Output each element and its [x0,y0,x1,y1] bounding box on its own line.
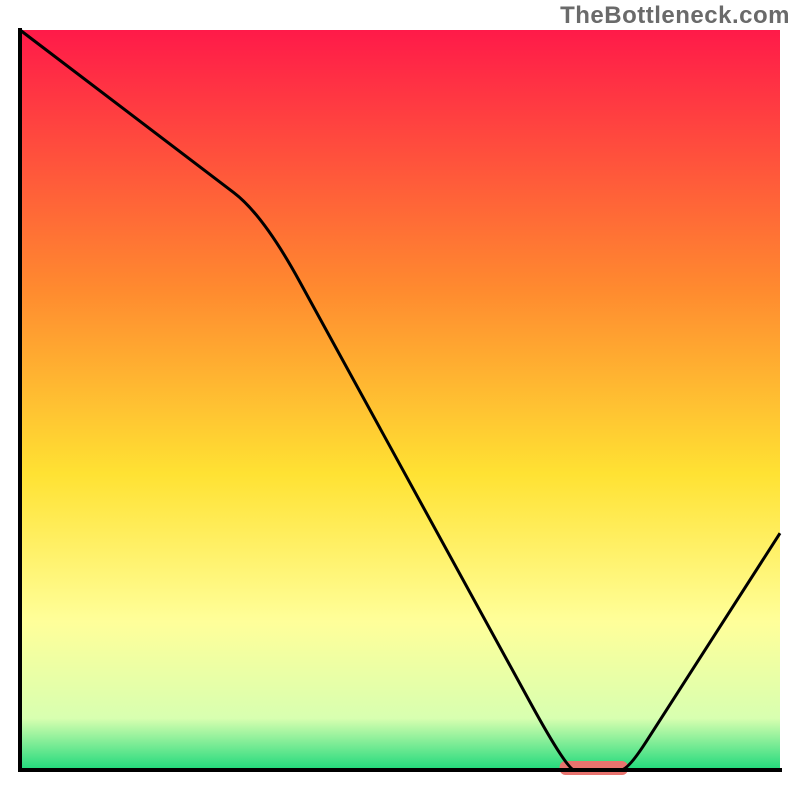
chart-container: { "watermark": "TheBottleneck.com", "cha… [0,0,800,800]
bottleneck-chart [0,0,800,800]
watermark-text: TheBottleneck.com [560,2,790,30]
gradient-background [20,30,780,770]
